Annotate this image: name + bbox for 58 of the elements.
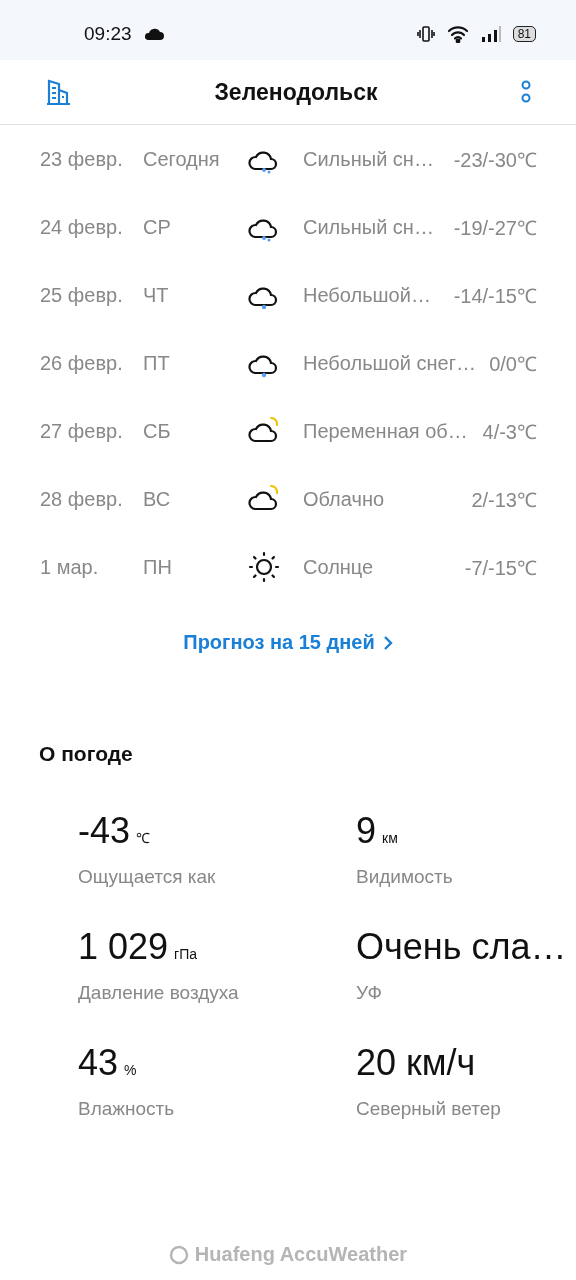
forecast-date: 27 февр. [40,419,124,443]
detail-value: -43 [78,810,131,852]
forecast-temperature: -14/-15℃ [453,283,537,309]
forecast-condition: Сильный сн… [303,147,435,171]
detail-value: 43 [78,1042,119,1084]
detail-label: Влажность [78,1098,176,1120]
detail-label: Северный ветер [356,1098,502,1120]
forecast-temperature: 2/-13℃ [471,487,537,513]
sun-icon [247,550,281,584]
battery-level: 81 [512,26,536,42]
city-title: Зеленодольск [214,78,378,106]
forecast-date: 23 февр. [40,147,124,171]
detail-label: Ощущается как [78,866,217,888]
forecast-temperature: 0/0℃ [489,351,537,377]
detail-label: Давление воздуха [78,982,240,1004]
detail-unit: ℃ [136,829,151,847]
forecast-date: 28 февр. [40,487,124,511]
detail-value: 9 [356,810,377,852]
forecast-temperature: -7/-15℃ [464,555,537,581]
cloud-icon [143,28,164,40]
forecast-condition: Облачно [303,487,386,511]
forecast-condition: Переменная об… [303,419,469,443]
wifi-icon [446,25,469,43]
forecast-day: ПН [143,555,247,579]
forecast-date: 1 мар. [40,555,100,579]
more-options-icon[interactable] [520,80,532,104]
section-title: О погоде [39,742,134,766]
forecast-day: СБ [143,419,247,443]
detail-label: УФ [356,982,383,1004]
forecast-temperature: -19/-27℃ [453,215,537,241]
detail-value: 1 029 [78,926,169,968]
attribution-text: Huafeng AccuWeather [194,1243,408,1266]
detail-value: 20 км/ч [356,1042,476,1084]
detail-label: Видимость [356,866,454,888]
forecast-condition: Небольшой… [303,283,432,307]
forecast-temperature: 4/-3℃ [482,419,537,445]
detail-unit: % [124,1062,137,1078]
forecast-date: 26 февр. [40,351,124,375]
forecast-condition: Небольшой снег… [303,351,477,375]
detail-unit: км [382,830,398,846]
forecast-condition: Сильный сн… [303,215,435,239]
vibrate-icon [416,25,435,43]
status-time: 09:23 [84,23,132,45]
forecast-day: ПТ [143,351,247,375]
forecast-day: СР [143,215,247,239]
signal-icon [480,26,501,42]
buildings-icon[interactable] [44,78,72,106]
forecast-date: 25 февр. [40,283,124,307]
forecast-15-days-link[interactable]: Прогноз на 15 дней [183,631,393,654]
detail-unit: гПа [174,946,198,962]
forecast-date: 24 февр. [40,215,124,239]
detail-value: Очень сла… [356,926,567,968]
forecast-day: Сегодня [143,147,247,171]
forecast-day: ВС [143,487,247,511]
forecast-condition: Солнце [303,555,375,579]
forecast-day: ЧТ [143,283,247,307]
chevron-right-icon [382,634,393,651]
forecast-temperature: -23/-30℃ [453,147,537,173]
